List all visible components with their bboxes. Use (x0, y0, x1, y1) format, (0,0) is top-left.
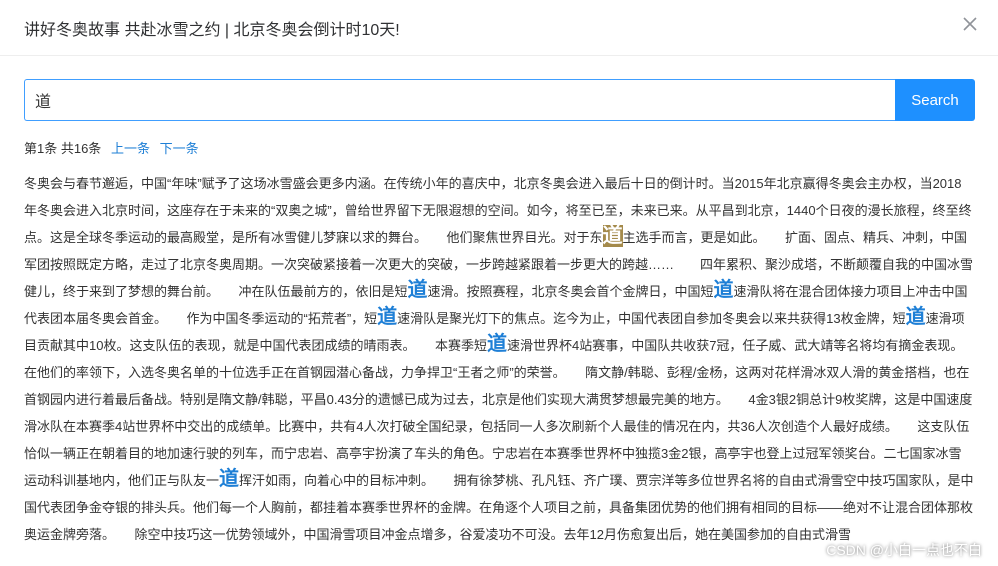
keyword-highlight-current: 道 (602, 225, 623, 247)
search-input[interactable] (24, 79, 895, 121)
prev-result-link[interactable]: 上一条 (111, 141, 150, 156)
article-text-segment: 速滑。按照赛程，北京冬奥会首个金牌日，中国短 (427, 284, 714, 299)
article-text: 冬奥会与春节邂逅，中国“年味”赋予了这场冰雪盛会更多内涵。在传统小年的喜庆中，北… (24, 170, 974, 548)
article-text-segment: 速滑世界杯4站赛事，中国队共收获7冠，任子威、武大靖等名将均有摘金表现。在他们的… (24, 338, 973, 488)
result-pager: 第1条 共16条 上一条 下一条 (24, 138, 199, 157)
result-count: 第1条 共16条 (24, 141, 102, 156)
article-text-segment: 速滑队是聚光灯下的焦点。迄今为止，中国代表团自参加冬奥会以来共获得13枚金牌，短 (397, 311, 906, 326)
search-bar: Search (24, 79, 975, 121)
keyword-highlight: 道 (219, 468, 240, 490)
keyword-highlight: 道 (486, 333, 507, 355)
keyword-highlight: 道 (905, 306, 926, 328)
next-result-link[interactable]: 下一条 (160, 141, 199, 156)
article-content: 冬奥会与春节邂逅，中国“年味”赋予了这场冰雪盛会更多内涵。在传统小年的喜庆中，北… (24, 170, 974, 548)
keyword-highlight: 道 (713, 279, 734, 301)
dialog-header: 讲好冬奥故事 共赴冰雪之约 | 北京冬奥会倒计时10天! (0, 0, 998, 56)
keyword-highlight: 道 (377, 306, 398, 328)
dialog-title: 讲好冬奥故事 共赴冰雪之约 | 北京冬奥会倒计时10天! (24, 22, 400, 39)
keyword-highlight: 道 (407, 279, 428, 301)
close-icon[interactable] (962, 16, 978, 32)
search-button[interactable]: Search (895, 79, 975, 121)
watermark: CSDN @小白一点也不白 (826, 542, 982, 558)
